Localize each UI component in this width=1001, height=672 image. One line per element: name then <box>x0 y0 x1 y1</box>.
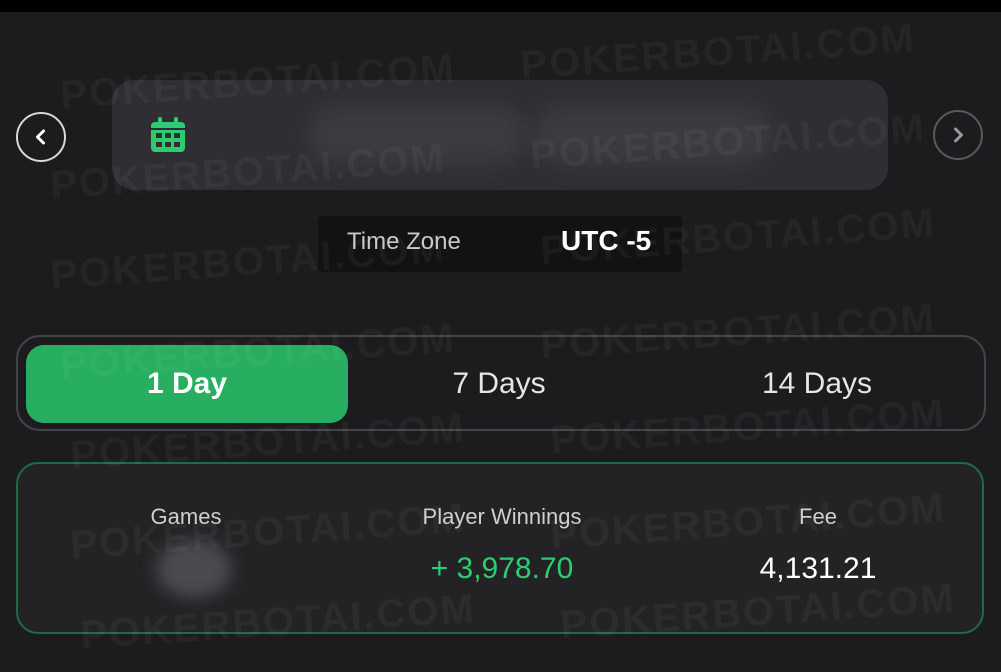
redacted-games-value <box>156 540 232 598</box>
chevron-left-icon <box>36 129 45 145</box>
calendar-icon <box>151 117 185 152</box>
previous-date-button[interactable] <box>16 112 66 162</box>
stats-card: Games Player Winnings + 3,978.70 Fee 4,1… <box>16 462 984 634</box>
tab-7-days[interactable]: 7 Days <box>354 345 644 423</box>
games-label: Games <box>150 504 222 529</box>
redacted-date-start <box>308 106 528 164</box>
range-tabs: 1 Day 7 Days 14 Days <box>16 335 986 431</box>
tab-1-day[interactable]: 1 Day <box>26 345 348 423</box>
time-zone-label: Time Zone <box>347 228 461 255</box>
watermark-text: POKERBOTAI.COM <box>519 16 917 89</box>
fee-value: 4,131.21 <box>759 552 877 585</box>
top-bar <box>0 0 1001 12</box>
time-zone-value[interactable]: UTC -5 <box>561 225 651 257</box>
fee-label: Fee <box>799 504 837 529</box>
player-winnings-value: + 3,978.70 <box>430 552 574 585</box>
tab-14-days[interactable]: 14 Days <box>662 345 972 423</box>
chevron-right-icon <box>954 127 963 143</box>
redacted-date-end <box>532 106 772 164</box>
next-date-button[interactable] <box>933 110 983 160</box>
player-winnings-label: Player Winnings <box>422 504 582 529</box>
date-range-selector[interactable] <box>112 80 888 190</box>
